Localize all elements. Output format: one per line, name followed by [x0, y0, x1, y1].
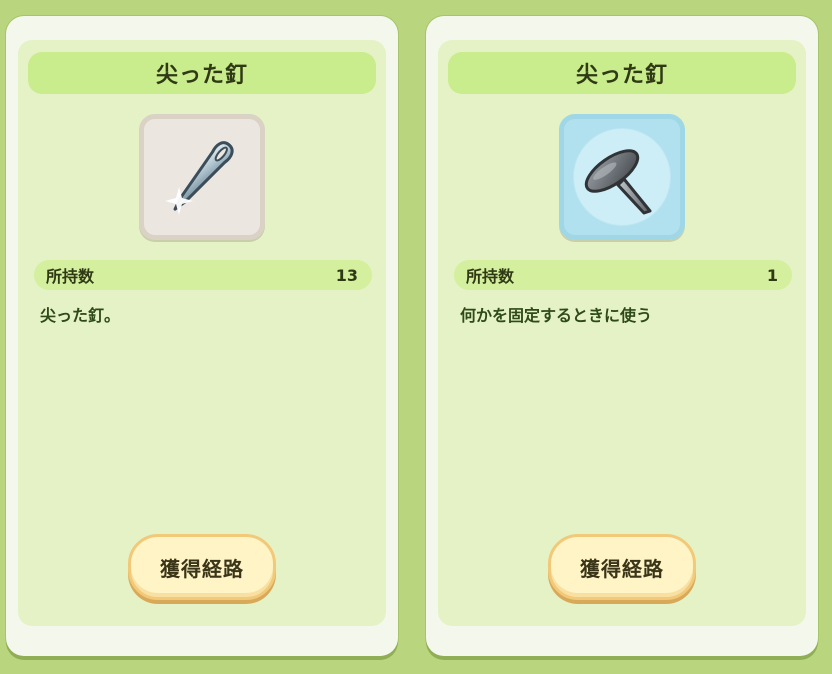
item-title: 尖った釘: [448, 52, 796, 94]
item-icon-frame: [559, 114, 685, 240]
item-description: 何かを固定するときに使う: [460, 306, 653, 325]
item-panel-right: 尖った釘 所持数 1 何かを固定するときに使う 獲得経路: [426, 16, 818, 656]
acquisition-route-button[interactable]: 獲得経路: [548, 534, 696, 600]
nail-icon: [584, 149, 652, 215]
acquisition-route-button[interactable]: 獲得経路: [128, 534, 276, 600]
item-icon-frame: [139, 114, 265, 240]
item-title: 尖った釘: [28, 52, 376, 94]
count-bar: 所持数 1: [454, 260, 792, 290]
item-panel-left: 尖った釘 所持数 13 尖った釘。 獲得経路: [6, 16, 398, 656]
count-value: 1: [766, 265, 778, 285]
count-value: 13: [335, 265, 358, 285]
item-description: 尖った釘。: [40, 306, 121, 325]
count-bar: 所持数 13: [34, 260, 372, 290]
count-label: 所持数: [46, 267, 95, 286]
count-label: 所持数: [466, 267, 515, 286]
needle-icon: [165, 141, 234, 215]
